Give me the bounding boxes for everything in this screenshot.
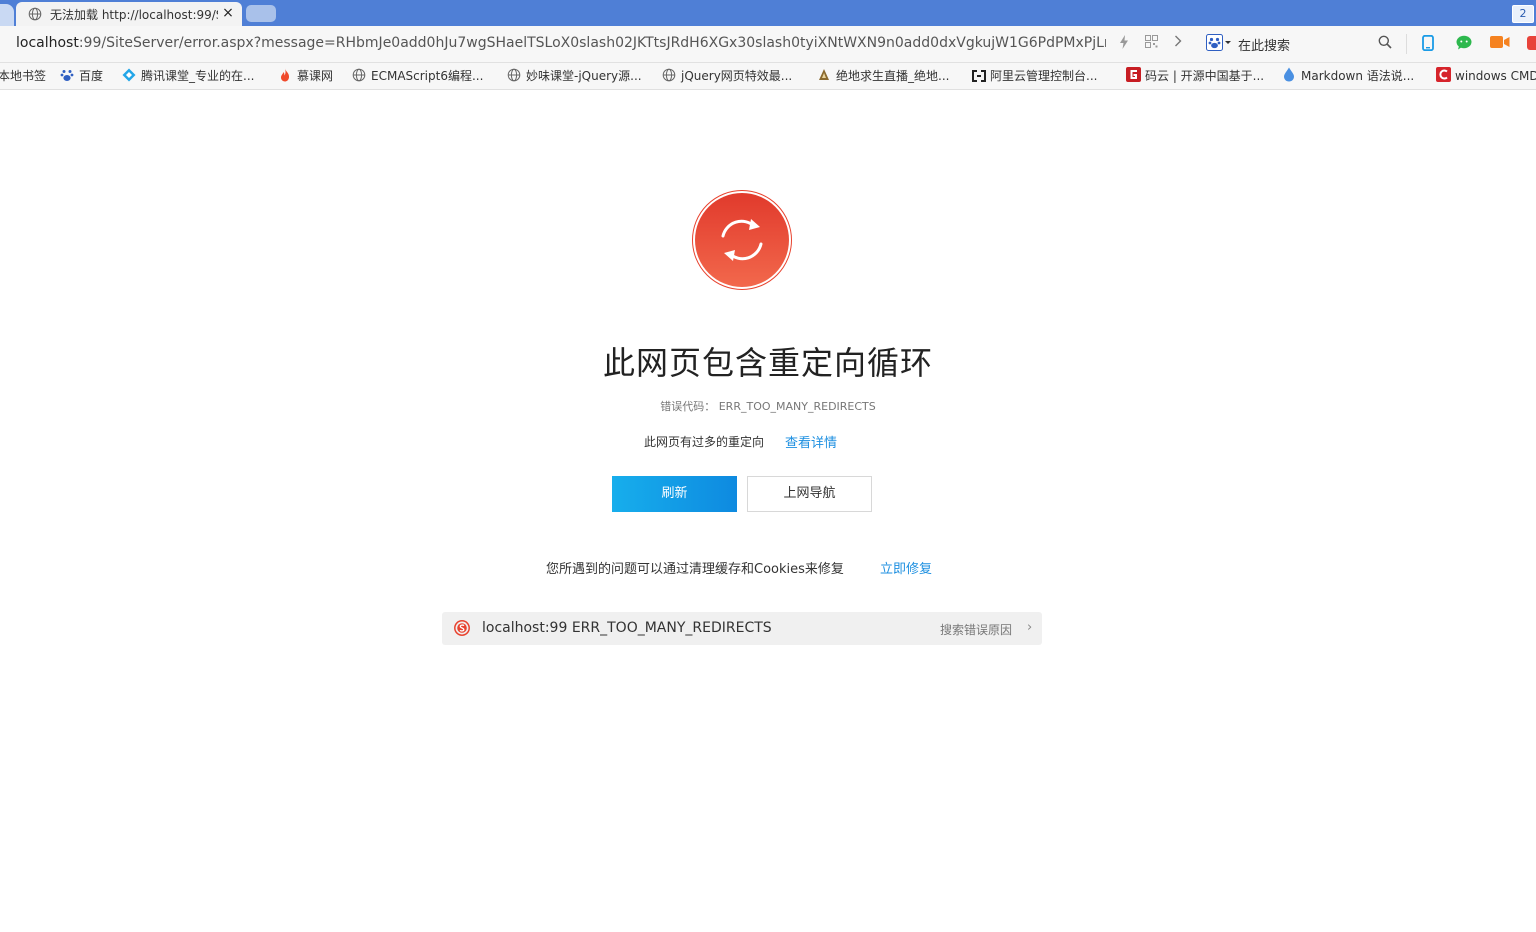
tab-strip: 无法加载 http://localhost:99/S × 2 — [0, 0, 1536, 26]
bookmark-windows-cmd[interactable]: windows CMD — [1436, 67, 1536, 85]
baidu-paw-icon — [60, 68, 74, 82]
bookmark-baidu[interactable]: 百度 — [60, 67, 103, 85]
bookmark-label: 阿里云管理控制台... — [990, 69, 1098, 83]
error-description: 此网页有过多的重定向 — [644, 435, 765, 449]
bookmark-tencent-classroom[interactable]: 腾讯课堂_专业的在... — [122, 67, 254, 85]
redirect-loop-icon — [692, 190, 792, 290]
drop-icon — [1282, 67, 1296, 82]
refresh-button[interactable]: 刷新 — [612, 476, 737, 512]
gitee-icon — [1126, 67, 1141, 82]
bookmark-label: 妙味课堂-jQuery源... — [526, 69, 642, 83]
fix-now-link[interactable]: 立即修复 — [880, 558, 950, 578]
error-code: 错误代码： ERR_TOO_MANY_REDIRECTS — [518, 398, 1018, 416]
fix-hint-text: 您所遇到的问题可以通过清理缓存和Cookies来修复 — [546, 562, 844, 577]
bookmark-es6[interactable]: ECMAScript6编程... — [352, 67, 483, 85]
tab-count-badge[interactable]: 2 — [1512, 5, 1534, 23]
error-code-label: 错误代码： — [660, 400, 716, 413]
search-error-reason-label: 搜索错误原因 — [940, 623, 1013, 637]
url-path: :99/SiteServer/error.aspx?message=RHbmJe… — [78, 35, 1106, 51]
tab-title: 无法加载 http://localhost:99/S — [50, 8, 218, 22]
bookmark-pubg-live[interactable]: 绝地求生直播_绝地... — [817, 67, 949, 85]
globe-icon — [352, 68, 366, 82]
bookmark-jquery-effects[interactable]: jQuery网页特效最... — [662, 67, 792, 85]
video-camera-icon[interactable] — [1490, 35, 1510, 51]
lightning-icon[interactable] — [1116, 35, 1132, 51]
close-icon[interactable]: × — [220, 4, 236, 22]
web-navigation-button[interactable]: 上网导航 — [747, 476, 872, 512]
globe-icon — [507, 68, 521, 82]
chevron-right-icon: › — [1027, 620, 1033, 635]
cmd-icon — [1436, 67, 1451, 82]
active-tab[interactable]: 无法加载 http://localhost:99/S × — [16, 2, 242, 26]
bookmark-label: 腾讯课堂_专业的在... — [141, 69, 255, 83]
bookmark-imooc[interactable]: 慕课网 — [278, 67, 333, 85]
search-placeholder[interactable]: 在此搜索 — [1238, 35, 1318, 54]
bookmark-label: jQuery网页特效最... — [681, 69, 793, 83]
address-bar: localhost:99/SiteServer/error.aspx?messa… — [0, 26, 1536, 63]
wechat-icon[interactable] — [1456, 35, 1472, 51]
tencent-classroom-icon — [122, 68, 136, 82]
view-details-link[interactable]: 查看详情 — [785, 432, 855, 452]
bookmark-aliyun[interactable]: 阿里云管理控制台... — [971, 67, 1097, 85]
phone-icon[interactable] — [1420, 34, 1436, 52]
baidu-paw-icon[interactable] — [1206, 34, 1232, 52]
bookmark-label: 码云 | 开源中国基于... — [1145, 69, 1265, 83]
bookmark-markdown[interactable]: Markdown 语法说... — [1282, 67, 1414, 85]
new-tab-button[interactable] — [246, 5, 276, 22]
error-code-value: ERR_TOO_MANY_REDIRECTS — [718, 400, 876, 413]
pubg-icon — [817, 68, 831, 82]
app-icon[interactable] — [1526, 35, 1536, 51]
bookmark-label: 慕课网 — [297, 69, 334, 83]
page-title: 此网页包含重定向循环 — [602, 344, 933, 382]
bookmark-miaov[interactable]: 妙味课堂-jQuery源... — [507, 67, 642, 85]
error-search-query: localhost:99 ERR_TOO_MANY_REDIRECTS — [482, 620, 772, 636]
bookmark-label: ECMAScript6编程... — [371, 69, 484, 83]
bookmark-local[interactable]: 本地书签 — [0, 67, 46, 85]
globe-icon — [28, 7, 42, 21]
bookmark-label: 百度 — [79, 69, 104, 83]
flame-icon — [278, 68, 292, 82]
magnifier-icon[interactable] — [1377, 35, 1393, 51]
aliyun-icon — [971, 70, 986, 84]
bookmark-gitee[interactable]: 码云 | 开源中国基于... — [1126, 67, 1264, 85]
bookmark-label: windows CMD — [1455, 69, 1536, 83]
bookmark-label: 本地书签 — [0, 69, 47, 83]
sogou-icon — [454, 620, 470, 636]
bookmark-label: Markdown 语法说... — [1301, 69, 1415, 83]
previous-tab-edge[interactable] — [0, 4, 14, 26]
globe-icon — [662, 68, 676, 82]
url-host: localhost — [16, 35, 79, 51]
qrcode-icon[interactable] — [1143, 35, 1159, 51]
bookmark-label: 绝地求生直播_绝地... — [836, 69, 950, 83]
bookmarks-bar: 本地书签 百度 腾讯课堂_专业的在... 慕课网 ECMAScript6编程..… — [0, 63, 1536, 90]
error-search-bar[interactable]: localhost:99 ERR_TOO_MANY_REDIRECTS 搜索错误… — [442, 612, 1042, 645]
url-input[interactable]: localhost:99/SiteServer/error.aspx?messa… — [16, 35, 1106, 53]
chevron-right-icon[interactable] — [1170, 35, 1186, 51]
toolbar-divider — [1406, 34, 1407, 54]
